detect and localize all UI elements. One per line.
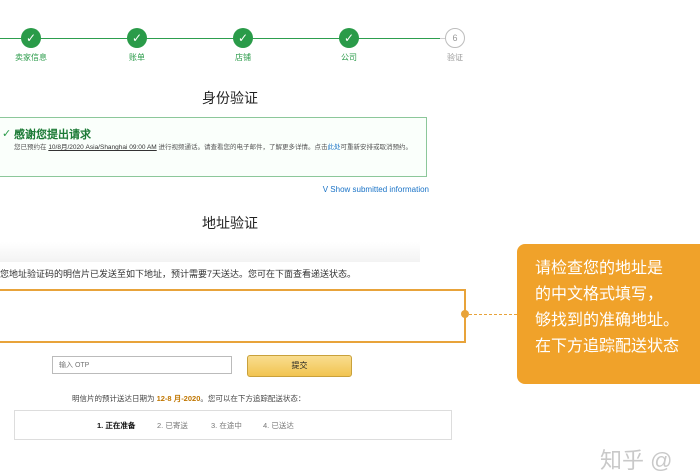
step-seller-info: ✓ 卖家信息 [1,28,61,63]
step-label: 卖家信息 [15,53,47,62]
check-icon: ✓ [233,28,253,48]
callout-line: 请检查您的地址是 [535,260,664,277]
step-label: 店铺 [235,53,251,62]
annotation-callout: 请检查您的地址是 的中文格式填写， 够找到的准确地址。 在下方追踪配送状态 [517,244,700,384]
step-label: 账单 [129,53,145,62]
check-icon: ✓ [21,28,41,48]
success-message: 您已预约在 10/8月/2020 Asia/Shanghai 09:00 AM … [14,143,419,153]
address-intro: 您地址验证码的明信片已发送至如下地址，预计需要7天送达。您可在下面查看递送状态。 [0,269,357,279]
appointment-datetime: 10/8月/2020 Asia/Shanghai 09:00 AM [48,144,157,151]
callout-line: 在下方追踪配送状态 [535,338,680,355]
step-label: 公司 [341,53,357,62]
delivery-text: 。您可以在下方追踪配送状态： [200,394,306,403]
address-heading: 地址验证 [202,215,258,231]
step-number: 6 [445,28,465,48]
connector-line [469,314,517,315]
status-shipped: 2. 已寄送 [157,421,188,430]
delivery-date: 12-8 月-2020 [156,394,201,403]
check-icon: ✓ [339,28,359,48]
status-in-transit: 3. 在途中 [211,421,242,430]
callout-line: 的中文格式填写， [535,286,664,303]
otp-input[interactable] [52,356,232,374]
step-billing: ✓ 账单 [107,28,167,63]
step-label: 验证 [447,53,463,62]
delivery-status-tracker: 1. 正在准备 2. 已寄送 3. 在途中 4. 已送达 [14,410,452,440]
check-icon: ✓ [127,28,147,48]
identity-heading: 身份验证 [202,90,258,106]
status-preparing: 1. 正在准备 [97,421,136,430]
step-verification: 6 验证 [425,28,485,63]
success-alert: ✓ 感谢您提出请求 您已预约在 10/8月/2020 Asia/Shanghai… [0,117,427,177]
check-icon: ✓ [2,128,12,140]
success-text-part: 进行视频通话。请查看您的电子邮件，了解更多详情。点击 [158,144,328,151]
reschedule-link[interactable]: 此处 [328,144,341,151]
step-company: ✓ 公司 [319,28,379,63]
success-text-part: 您已预约在 [14,144,47,151]
submit-button[interactable]: 提交 [247,355,352,377]
show-submitted-info-link[interactable]: V Show submitted information [323,185,429,194]
success-title: 感谢您提出请求 [14,129,91,141]
status-delivered: 4. 已送达 [263,421,294,430]
section-divider [0,242,420,262]
success-text-part: 可重新安排或取消预约。 [340,144,413,151]
delivery-text: 明信片的预计送达日期为 [72,394,155,403]
callout-line: 够找到的准确地址。 [535,312,680,329]
delivery-estimate: 明信片的预计送达日期为 12-8 月-2020。您可以在下方追踪配送状态： [72,393,305,404]
watermark: 知乎 @ [600,448,673,473]
connector-dot [461,310,469,318]
step-store: ✓ 店铺 [213,28,273,63]
address-highlight-box [0,289,466,343]
